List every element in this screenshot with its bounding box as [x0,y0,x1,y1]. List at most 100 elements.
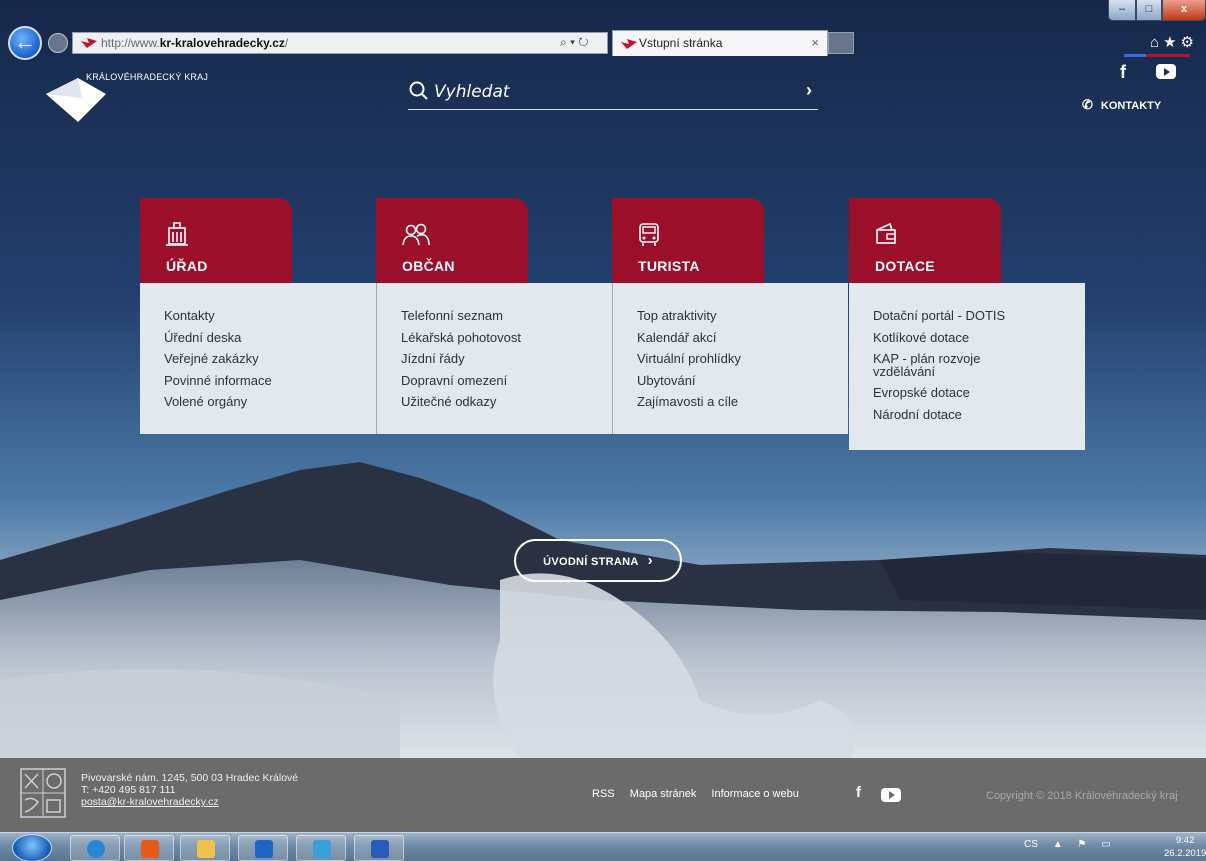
home-page-button[interactable]: ÚVODNÍ STRANA › [514,539,682,582]
link-uzitecne-odkazy[interactable]: Užitečné odkazy [401,391,612,413]
footer-link-rss[interactable]: RSS [592,788,615,800]
clock-date: 26.2.2019 [1164,848,1206,859]
taskbar-word[interactable] [354,835,404,861]
category-tab-dotace[interactable]: DOTACE [849,198,1001,283]
category-label: DOTACE [875,258,935,274]
taskbar-pen[interactable] [296,835,346,861]
taskbar-outlook[interactable] [238,835,288,861]
building-icon [166,222,188,246]
link-verejne-zakazky[interactable]: Veřejné zakázky [164,348,376,370]
link-ubytovani[interactable]: Ubytování [637,370,848,392]
link-povinne-informace[interactable]: Povinné informace [164,370,376,392]
window-maximize-button[interactable]: □ [1136,0,1162,21]
category-links: Kontakty Úřední deska Veřejné zakázky Po… [140,283,376,434]
url-prefix: http://www. [101,36,160,50]
link-kap[interactable]: KAP - plán rozvoje vzdělávání [873,348,1023,382]
people-icon [402,223,430,246]
search-input[interactable] [434,78,794,106]
link-lekarska-pohotovost[interactable]: Lékařská pohotovost [401,327,612,349]
footer-youtube-icon[interactable] [881,788,901,802]
footer-copyright: Copyright © 2018 Královéhradecký kraj [986,790,1178,802]
facebook-icon[interactable]: f [1120,62,1126,83]
footer-email-link[interactable]: posta@kr-kralovehradecky.cz [81,796,298,808]
windows-taskbar: CS ▲ ⚑ ▭ 9:42 26.2.2019 [0,832,1206,861]
start-button[interactable] [12,834,52,861]
contacts-label: KONTAKTY [1100,100,1162,112]
link-uredni-deska[interactable]: Úřední deska [164,327,376,349]
category-tab-obcan[interactable]: OBČAN [376,198,528,283]
link-narodni-dotace[interactable]: Národní dotace [873,404,1085,426]
search-bar[interactable]: › [408,78,818,110]
system-clock[interactable]: 9:42 26.2.2019 [1164,834,1206,860]
language-indicator[interactable]: CS [1024,839,1038,850]
category-tab-turista[interactable]: TURISTA [612,198,764,283]
bus-icon [639,223,659,246]
site-footer: Pivovarské nám. 1245, 500 03 Hradec Král… [0,758,1206,832]
link-jizdni-rady[interactable]: Jízdní řády [401,348,612,370]
link-top-atraktivity[interactable]: Top atraktivity [637,305,848,327]
link-evropske-dotace[interactable]: Evropské dotace [873,382,1085,404]
category-links: Top atraktivity Kalendář akcí Virtuální … [612,283,848,434]
url-suffix: / [284,36,289,50]
browser-chrome: ← → http://www.kr-kralovehradecky.cz/ ⌕ … [0,0,1206,60]
pen-icon [313,840,331,858]
new-tab-button[interactable] [828,32,854,54]
category-links: Dotační portál - DOTIS Kotlíkové dotace … [849,283,1085,450]
link-telefonni-seznam[interactable]: Telefonní seznam [401,305,612,327]
footer-links: RSS Mapa stránek Informace o webu [592,788,811,800]
contacts-link[interactable]: ✆ KONTAKTY [1082,97,1161,113]
word-icon [371,840,389,858]
category-tab-urad[interactable]: ÚŘAD [140,198,292,283]
ie-icon [87,840,105,858]
taskbar-media[interactable] [124,835,174,861]
tab-favicon [621,39,637,49]
footer-facebook-icon[interactable]: f [856,784,861,801]
system-tray[interactable]: CS ▲ ⚑ ▭ [1024,839,1117,850]
chevron-right-icon: › [647,552,653,569]
wallet-icon [876,222,896,244]
address-tools[interactable]: ⌕ ▾ ↻ [560,32,608,54]
category-links: Telefonní seznam Lékařská pohotovost Jíz… [376,283,612,434]
tab-title: Vstupní stránka [639,36,723,50]
footer-link-sitemap[interactable]: Mapa stránek [630,788,697,800]
category-label: OBČAN [402,258,455,274]
folder-icon [197,840,215,858]
taskbar-ie[interactable] [70,835,120,861]
tray-icons[interactable]: ▲ ⚑ ▭ [1053,839,1117,850]
link-kotlikove-dotace[interactable]: Kotlíkové dotace [873,327,1085,349]
site-favicon [81,38,97,48]
browser-tab[interactable]: Vstupní stránka × [612,30,828,56]
search-submit-icon[interactable]: › [806,80,812,101]
coat-of-arms-icon [20,768,66,818]
outlook-icon [255,840,273,858]
search-icon[interactable] [408,80,430,102]
link-dopravni-omezeni[interactable]: Dopravní omezení [401,370,612,392]
region-logo[interactable] [44,76,108,124]
clock-time: 9:42 [1175,835,1195,846]
logo-text: KRÁLOVÉHRADECKÝ KRAJ [86,72,209,82]
link-zajimavosti[interactable]: Zajímavosti a cíle [637,391,848,413]
category-label: ÚŘAD [166,258,208,274]
footer-address: Pivovarské nám. 1245, 500 03 Hradec Král… [81,772,299,784]
home-button-label: ÚVODNÍ STRANA [543,556,639,568]
chrome-accent-line [1124,54,1190,57]
link-kontakty[interactable]: Kontakty [164,305,376,327]
browser-toolbar-icons[interactable]: ⌂★⚙ [1150,33,1198,51]
footer-contact: Pivovarské nám. 1245, 500 03 Hradec Král… [81,772,298,808]
tab-close-icon[interactable]: × [811,31,819,55]
forward-button[interactable]: → [48,33,68,53]
window-close-button[interactable]: x [1162,0,1206,21]
url-host: kr-kralovehradecky.cz [159,36,285,50]
footer-phone: T: +420 495 817 111 [81,784,176,796]
link-volene-organy[interactable]: Volené orgány [164,391,376,413]
link-kalendar-akci[interactable]: Kalendář akcí [637,327,848,349]
taskbar-explorer[interactable] [180,835,230,861]
back-button[interactable]: ← [8,26,42,60]
category-label: TURISTA [638,258,700,274]
window-minimize-button[interactable]: – [1108,0,1136,21]
address-bar[interactable]: http://www.kr-kralovehradecky.cz/ [72,32,608,54]
youtube-icon[interactable] [1156,64,1176,79]
footer-link-about[interactable]: Informace o webu [711,788,798,800]
link-dotacni-portal[interactable]: Dotační portál - DOTIS [873,305,1085,327]
link-virtualni-prohlidky[interactable]: Virtuální prohlídky [637,348,848,370]
